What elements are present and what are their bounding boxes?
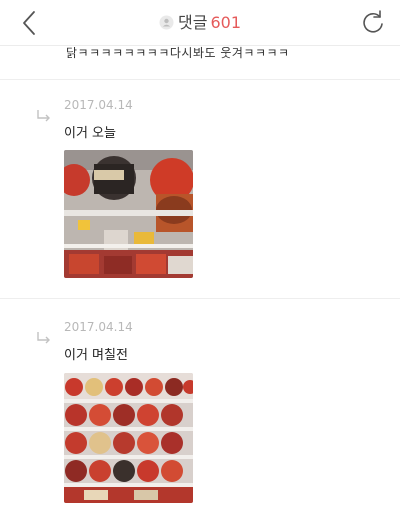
- reply-text: 이거 오늘: [64, 126, 116, 141]
- reply-photo[interactable]: [64, 150, 193, 278]
- store-shelf-photo: [64, 150, 193, 278]
- reply-text: 이거 며칠전: [64, 348, 128, 363]
- reply-arrow-icon: [37, 332, 50, 344]
- comments-title: 댓글 601: [0, 12, 400, 34]
- refresh-icon: [363, 10, 383, 33]
- reply-item: 2017.04.14 이거 며칠전: [0, 299, 400, 514]
- reply-date: 2017.04.14: [64, 320, 133, 334]
- comment-user-icon: [159, 15, 174, 30]
- comment-count: 601: [210, 13, 241, 32]
- comments-label: 댓글: [178, 13, 208, 32]
- reply-arrow-icon: [37, 110, 50, 122]
- top-nav-bar: 댓글 601: [0, 0, 400, 46]
- reply-item: 2017.04.14 이거 오늘: [0, 80, 400, 298]
- store-shelf-photo: [64, 373, 193, 503]
- refresh-button[interactable]: [358, 8, 388, 38]
- previous-comment-text: 닭ㅋㅋㅋㅋㅋㅋㅋㅋ다시봐도 웃겨ㅋㅋㅋㅋ: [66, 46, 290, 60]
- reply-photo[interactable]: [64, 373, 193, 503]
- reply-date: 2017.04.14: [64, 98, 133, 112]
